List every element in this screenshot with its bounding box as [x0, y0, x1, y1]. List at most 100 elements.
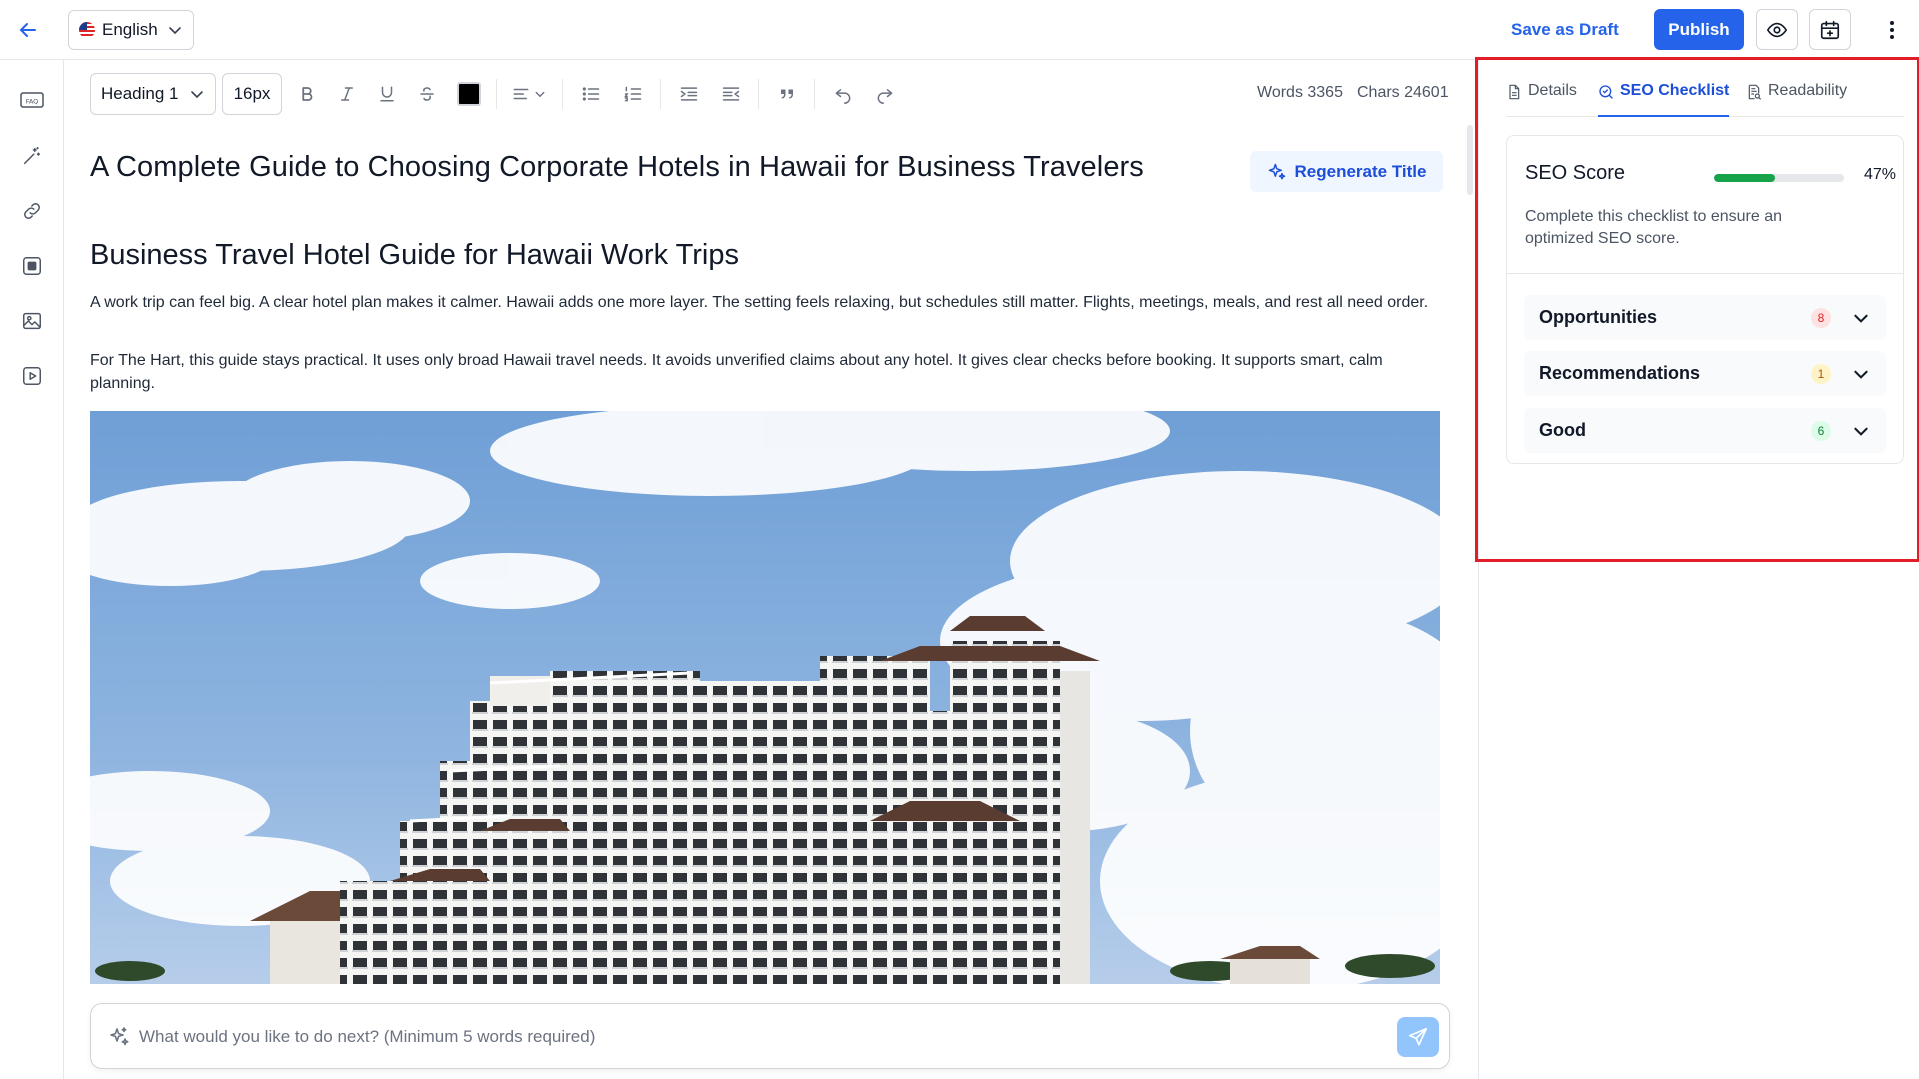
schedule-button[interactable] — [1809, 9, 1851, 50]
color-swatch — [457, 82, 481, 106]
bold-button[interactable] — [290, 73, 324, 115]
align-select[interactable] — [506, 73, 552, 115]
toolbar-divider — [496, 79, 497, 109]
font-size-label: 16px — [233, 84, 271, 103]
faq-icon[interactable]: FAQ — [19, 88, 45, 114]
ai-prompt-input[interactable] — [139, 1018, 1339, 1056]
toolbar-divider — [562, 79, 563, 109]
section-heading[interactable]: Business Travel Hotel Guide for Hawaii W… — [90, 239, 739, 272]
divider — [1507, 273, 1903, 274]
top-bar: English Save as Draft Publish — [0, 0, 1919, 60]
save-as-draft-button[interactable]: Save as Draft — [1511, 14, 1619, 46]
block-style-select[interactable]: Heading 1 — [90, 73, 216, 115]
publish-button[interactable]: Publish — [1654, 9, 1744, 50]
bullet-list-button[interactable] — [574, 73, 608, 115]
accordion-good[interactable]: Good 6 — [1524, 408, 1886, 453]
language-label: English — [102, 20, 158, 39]
regenerate-title-button[interactable]: Regenerate Title — [1250, 151, 1443, 192]
underline-button[interactable] — [370, 73, 404, 115]
readability-icon — [1746, 82, 1762, 100]
outdent-button[interactable] — [714, 73, 748, 115]
blockquote-button[interactable] — [770, 73, 804, 115]
italic-button[interactable] — [330, 73, 364, 115]
regenerate-title-label: Regenerate Title — [1294, 161, 1427, 181]
sparkle-icon — [1267, 162, 1287, 182]
chevron-down-icon — [1852, 309, 1870, 327]
magnify-check-icon — [1598, 82, 1614, 100]
bullet-list-icon — [581, 84, 601, 104]
undo-icon — [833, 84, 853, 104]
count-badge: 8 — [1811, 308, 1831, 328]
chevron-down-icon — [189, 86, 205, 102]
undo-button[interactable] — [826, 73, 860, 115]
chevron-down-icon — [534, 88, 546, 100]
tab-readability[interactable]: Readability — [1746, 77, 1847, 117]
word-count: Words 3365 — [1257, 84, 1343, 101]
send-button[interactable] — [1397, 1017, 1439, 1057]
kebab-menu-icon — [1889, 20, 1895, 40]
ai-prompt-bar — [90, 1003, 1450, 1069]
paragraph[interactable]: A work trip can feel big. A clear hotel … — [90, 292, 1440, 315]
redo-button[interactable] — [868, 73, 902, 115]
send-icon — [1407, 1026, 1429, 1048]
hotel-photo[interactable] — [90, 411, 1440, 984]
strikethrough-icon — [418, 85, 436, 103]
seo-score-fill — [1714, 174, 1776, 182]
language-select[interactable]: English — [68, 10, 194, 50]
accordion-opportunities[interactable]: Opportunities 8 — [1524, 295, 1886, 340]
seo-score-bar — [1714, 174, 1844, 182]
chevron-down-icon — [167, 22, 183, 38]
seo-score-description: Complete this checklist to ensure an opt… — [1525, 208, 1783, 247]
link-icon[interactable] — [19, 198, 45, 224]
seo-score-value: 47% — [1863, 166, 1896, 183]
more-options-button[interactable] — [1880, 14, 1904, 46]
paragraph[interactable]: For The Hart, this guide stays practical… — [90, 350, 1440, 395]
panel-tabs: Details SEO Checklist Readability — [1506, 77, 1904, 117]
tab-label: Readability — [1768, 82, 1848, 99]
tab-label: SEO Checklist — [1620, 82, 1730, 99]
magic-wand-icon[interactable] — [19, 143, 45, 169]
article-title[interactable]: A Complete Guide to Choosing Corporate H… — [90, 151, 1144, 184]
align-left-icon — [512, 85, 530, 103]
editor-scrollbar[interactable] — [1467, 125, 1473, 195]
embed-block-icon[interactable] — [19, 253, 45, 279]
accordion-label: Recommendations — [1539, 363, 1701, 383]
back-arrow-icon[interactable] — [16, 18, 40, 42]
count-badge: 6 — [1811, 421, 1831, 441]
preview-button[interactable] — [1756, 9, 1798, 50]
outdent-icon — [721, 84, 741, 104]
left-tool-rail: FAQ — [0, 60, 64, 1079]
toolbar-divider — [660, 79, 661, 109]
text-color-button[interactable] — [452, 73, 486, 115]
image-icon[interactable] — [19, 308, 45, 334]
count-badge: 1 — [1811, 364, 1831, 384]
underline-icon — [378, 85, 396, 103]
accordion-label: Good — [1539, 420, 1586, 440]
chevron-down-icon — [1852, 422, 1870, 440]
tab-details[interactable]: Details — [1506, 77, 1577, 117]
strikethrough-button[interactable] — [410, 73, 444, 115]
us-flag-icon — [79, 22, 95, 38]
block-style-label: Heading 1 — [101, 84, 179, 103]
formatting-toolbar: Heading 1 16px — [90, 73, 1450, 115]
indent-icon — [679, 84, 699, 104]
chevron-down-icon — [1852, 365, 1870, 383]
italic-icon — [338, 85, 356, 103]
sparkle-icon — [107, 1025, 131, 1049]
calendar-plus-icon — [1819, 19, 1841, 41]
word-char-counts: Words 3365 Chars 24601 — [1257, 84, 1449, 102]
indent-button[interactable] — [672, 73, 706, 115]
document-icon — [1506, 82, 1522, 100]
seo-score-title: SEO Score — [1525, 162, 1626, 184]
numbered-list-button[interactable] — [616, 73, 650, 115]
redo-icon — [875, 84, 895, 104]
accordion-recommendations[interactable]: Recommendations 1 — [1524, 351, 1886, 396]
font-size-select[interactable]: 16px — [222, 73, 282, 115]
svg-text:FAQ: FAQ — [26, 98, 39, 106]
seo-checklist-card: SEO Score 47% Complete this checklist to… — [1506, 135, 1904, 464]
tab-label: Details — [1528, 82, 1577, 99]
video-icon[interactable] — [19, 363, 45, 389]
numbered-list-icon — [623, 84, 643, 104]
toolbar-divider — [758, 79, 759, 109]
tab-seo-checklist[interactable]: SEO Checklist — [1598, 77, 1730, 117]
